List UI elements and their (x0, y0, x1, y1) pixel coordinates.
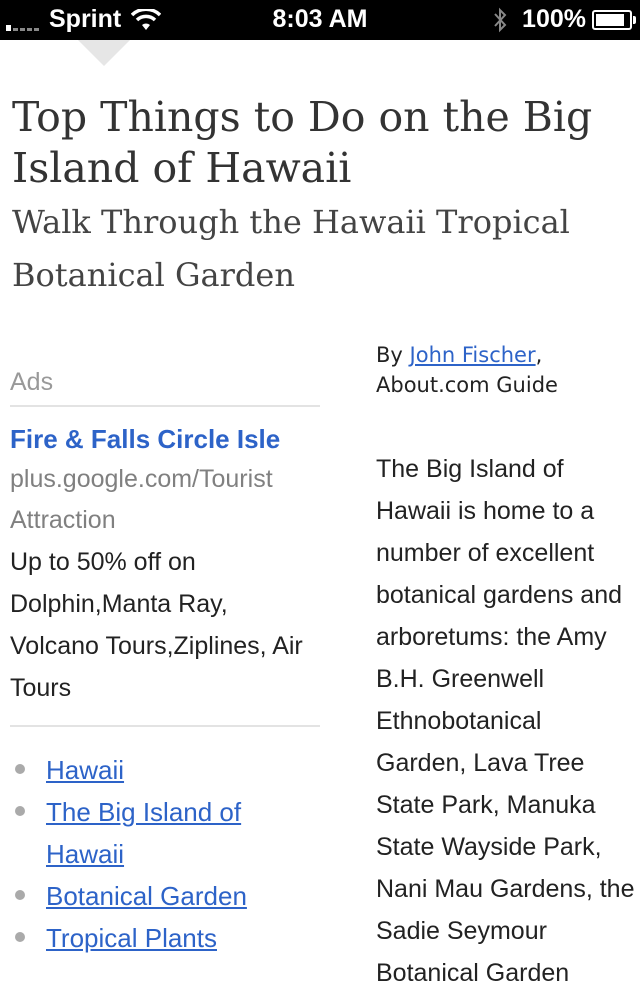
battery-fill (596, 13, 624, 26)
list-item: Botanical Garden (10, 875, 320, 917)
article-page: Top Things to Do on the Big Island of Ha… (0, 40, 640, 987)
ads-label: Ads (10, 368, 54, 396)
byline: By John Fischer, About.com Guide (376, 340, 638, 400)
related-link-big-island[interactable]: The Big Island of Hawaii (46, 797, 241, 869)
list-item: Hawaii (10, 749, 320, 791)
battery-percent: 100% (522, 5, 586, 33)
list-item: The Big Island of Hawaii (10, 791, 320, 875)
related-link-botanical-garden[interactable]: Botanical Garden (46, 881, 247, 911)
related-link-hawaii[interactable]: Hawaii (46, 755, 124, 785)
article-title: Top Things to Do on the Big Island of Ha… (12, 93, 593, 192)
article-body: The Big Island of Hawaii is home to a nu… (376, 455, 635, 987)
related-links: Hawaii The Big Island of Hawaii Botanica… (10, 749, 320, 959)
battery-icon (592, 9, 636, 30)
status-bar: Sprint 8:03 AM 100% (0, 0, 640, 40)
status-right: 100% (492, 5, 636, 34)
article-subtitle: Walk Through the Hawaii Tropical Botanic… (12, 203, 570, 294)
list-item: Tropical Plants (10, 917, 320, 959)
popover-arrow (78, 40, 130, 66)
byline-prefix: By (376, 343, 403, 367)
ad-url[interactable]: plus.google.com/Tourist Attraction (10, 459, 320, 541)
article-content: By John Fischer, About.com Guide The Big… (376, 340, 638, 994)
divider (10, 725, 320, 727)
byline-suffix: , (535, 343, 543, 367)
related-link-tropical-plants[interactable]: Tropical Plants (46, 923, 217, 953)
bluetooth-icon (494, 7, 507, 32)
battery-cap (633, 15, 636, 24)
sidebar: Ads Fire & Falls Circle Isle plus.google… (10, 365, 320, 959)
divider (10, 405, 320, 407)
author-link[interactable]: John Fischer (410, 343, 536, 367)
ad-description: Up to 50% off on Dolphin,Manta Ray, Volc… (10, 548, 303, 702)
author-role: About.com Guide (376, 373, 558, 397)
ad-title-link[interactable]: Fire & Falls Circle Isle (10, 421, 320, 457)
